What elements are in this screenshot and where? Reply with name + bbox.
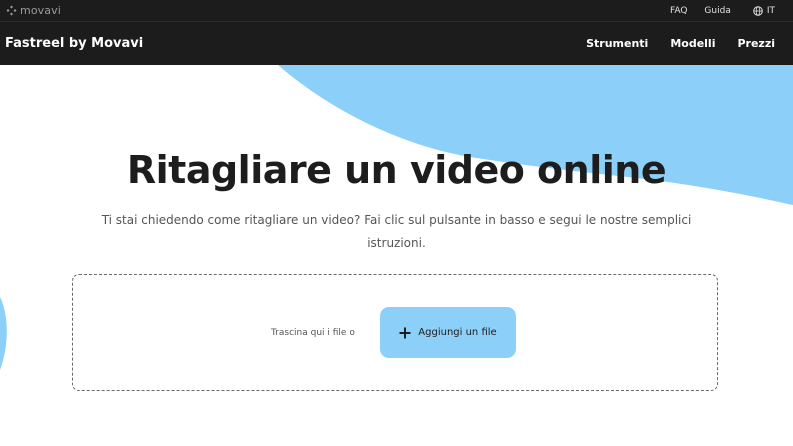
site-title[interactable]: Fastreel by Movavi <box>5 36 143 51</box>
top-links: FAQ Guida IT <box>670 0 775 22</box>
page-subtitle: Ti stai chiedendo come ritagliare un vid… <box>70 209 723 255</box>
page-title: Ritagliare un video online <box>126 148 667 192</box>
main-navbar: Fastreel by Movavi Strumenti Modelli Pre… <box>0 22 793 65</box>
nav-item-prezzi[interactable]: Prezzi <box>737 37 775 50</box>
drop-zone-label: Trascina qui i file o <box>271 328 355 338</box>
globe-icon <box>753 6 763 16</box>
top-utility-bar: movavi FAQ Guida IT <box>0 0 793 22</box>
left-edge-blob <box>0 297 7 370</box>
file-drop-zone[interactable]: Trascina qui i file o Aggiungi un file <box>72 274 718 391</box>
brand-name: movavi <box>20 4 61 17</box>
subtitle-line-1: Ti stai chiedendo come ritagliare un vid… <box>101 213 692 227</box>
subtitle-line-2: istruzioni. <box>367 236 426 250</box>
faq-link[interactable]: FAQ <box>670 6 687 16</box>
language-selector[interactable]: IT <box>753 6 775 16</box>
guida-link[interactable]: Guida <box>704 6 730 16</box>
add-file-label: Aggiungi un file <box>418 327 497 338</box>
nav-item-modelli[interactable]: Modelli <box>670 37 715 50</box>
language-label: IT <box>766 6 775 16</box>
nav-links: Strumenti Modelli Prezzi <box>564 37 775 50</box>
movavi-brand[interactable]: movavi <box>6 4 61 17</box>
movavi-logo-icon <box>6 5 17 16</box>
plus-icon <box>399 327 411 338</box>
add-file-button[interactable]: Aggiungi un file <box>380 307 516 358</box>
nav-item-strumenti[interactable]: Strumenti <box>586 37 648 50</box>
